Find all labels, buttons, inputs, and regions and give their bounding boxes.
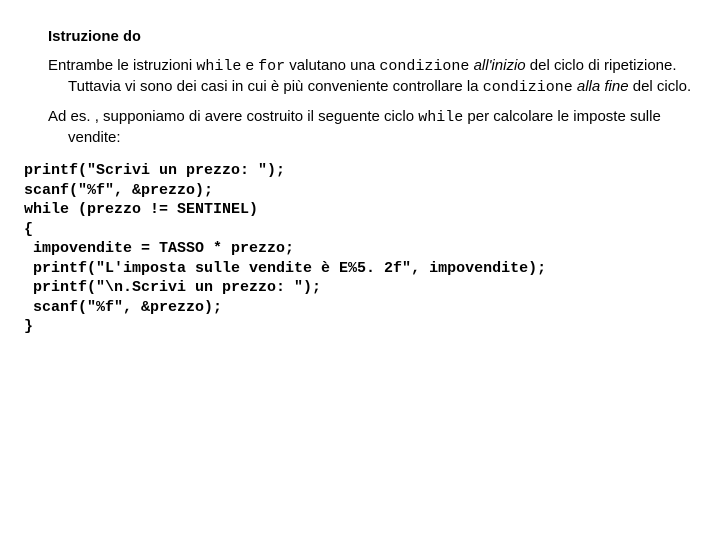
heading-prefix: Istruzione <box>48 28 123 45</box>
p1-keyword-condizione-2: condizione <box>483 79 573 96</box>
p1-keyword-while: while <box>196 58 241 75</box>
p1-text-5b: del ciclo. <box>629 78 692 95</box>
p1-text-1: Entrambe le istruzioni <box>48 57 196 74</box>
p2-text-1: Ad es. , supponiamo di avere costruito i… <box>48 108 418 125</box>
slide-heading: Istruzione do <box>48 28 696 46</box>
paragraph-1: Entrambe le istruzioni while e for valut… <box>48 56 696 97</box>
p1-keyword-for: for <box>258 58 285 75</box>
p1-italic-inizio: all'inizio <box>474 57 526 74</box>
code-block: printf("Scrivi un prezzo: "); scanf("%f"… <box>24 161 696 337</box>
heading-keyword: do <box>123 29 141 46</box>
p1-text-3: valutano una <box>285 57 379 74</box>
p1-text-2: e <box>241 57 258 74</box>
p2-keyword-while: while <box>418 109 463 126</box>
p1-italic-fine: alla fine <box>577 78 629 95</box>
paragraph-2: Ad es. , supponiamo di avere costruito i… <box>48 107 696 147</box>
p1-keyword-condizione: condizione <box>379 58 469 75</box>
